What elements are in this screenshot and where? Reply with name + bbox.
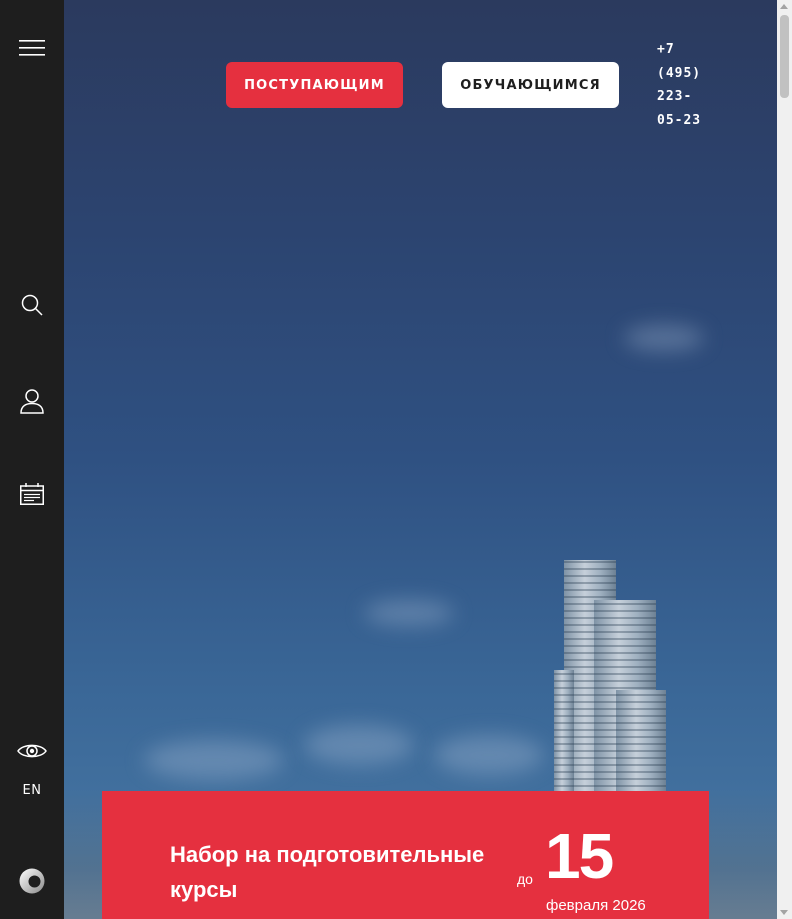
search-button[interactable] bbox=[0, 290, 64, 320]
promo-card[interactable]: Набор на подготовительные курсы до 15 фе… bbox=[102, 791, 709, 919]
phone-line: 223- bbox=[657, 89, 693, 104]
phone-line: 05-23 bbox=[657, 112, 702, 128]
calendar-icon bbox=[20, 483, 44, 505]
sidebar: EN bbox=[0, 0, 64, 919]
cloud bbox=[304, 725, 414, 765]
logo[interactable] bbox=[0, 866, 64, 896]
scroll-up-arrow-icon[interactable] bbox=[780, 4, 788, 9]
account-button[interactable] bbox=[0, 386, 64, 416]
menu-button[interactable] bbox=[0, 33, 64, 63]
search-icon bbox=[21, 294, 43, 316]
cloud bbox=[624, 325, 704, 351]
language-switch[interactable]: EN bbox=[0, 783, 64, 798]
promo-month-year: февраля 2026 bbox=[546, 897, 646, 914]
promo-day: 15 bbox=[545, 820, 614, 892]
user-icon bbox=[20, 389, 44, 414]
logo-icon bbox=[19, 868, 45, 894]
phone-line: +7 bbox=[657, 42, 675, 57]
eye-icon bbox=[17, 744, 47, 758]
promo-title: Набор на подготовительные курсы bbox=[170, 842, 485, 902]
calendar-button[interactable] bbox=[0, 479, 64, 509]
cloud bbox=[434, 735, 544, 775]
cloud bbox=[144, 740, 284, 780]
applicants-button[interactable]: ПОСТУПАЮЩИМ bbox=[226, 62, 403, 108]
menu-icon bbox=[19, 40, 45, 56]
page-scrollbar[interactable] bbox=[777, 0, 792, 919]
cloud bbox=[364, 600, 454, 626]
phone-line: (495) bbox=[657, 65, 702, 81]
phone-number[interactable]: +7 (495) 223- 05-23 bbox=[657, 38, 717, 132]
scroll-down-arrow-icon[interactable] bbox=[780, 910, 788, 915]
accessibility-button[interactable] bbox=[0, 737, 64, 765]
hero-banner bbox=[64, 0, 777, 919]
scroll-thumb[interactable] bbox=[780, 15, 789, 98]
promo-until-label: до bbox=[517, 871, 533, 887]
students-button[interactable]: ОБУЧАЮЩИМСЯ bbox=[442, 62, 619, 108]
